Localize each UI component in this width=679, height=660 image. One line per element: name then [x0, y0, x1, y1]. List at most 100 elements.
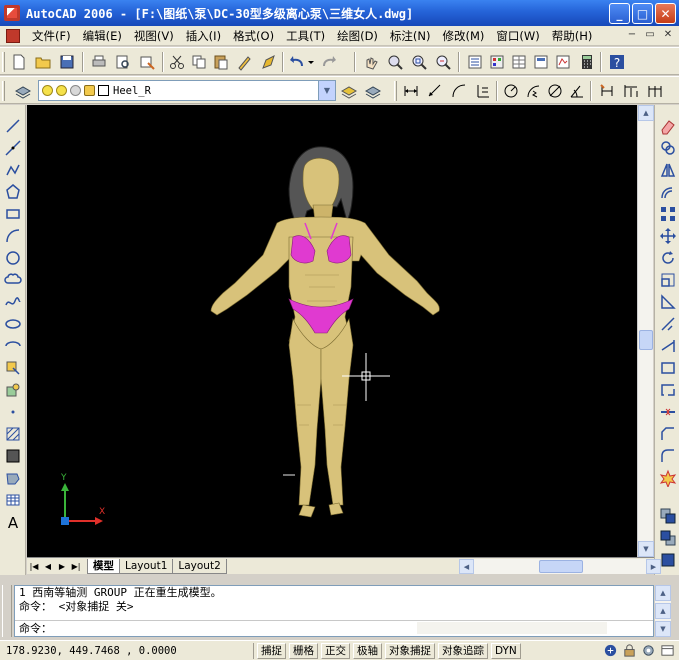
tab-layout2[interactable]: Layout2 — [172, 558, 227, 574]
construction-line-icon[interactable] — [2, 137, 24, 159]
dyn-toggle[interactable]: DYN — [491, 642, 521, 659]
break-icon[interactable] — [657, 379, 679, 401]
hscroll-thumb[interactable] — [539, 560, 583, 573]
save-icon[interactable] — [56, 51, 78, 73]
revision-cloud-icon[interactable] — [2, 269, 24, 291]
copy-object-icon[interactable] — [657, 137, 679, 159]
vertical-scrollbar[interactable]: ▲ ▼ — [637, 105, 654, 557]
quick-dimension-icon[interactable] — [596, 80, 618, 102]
lock-icon[interactable] — [622, 643, 637, 658]
menu-file[interactable]: 文件(F) — [26, 28, 77, 44]
otrack-toggle[interactable]: 对象追踪 — [438, 642, 488, 659]
erase-icon[interactable] — [657, 115, 679, 137]
scroll-down-icon[interactable]: ▼ — [638, 541, 654, 557]
command-hscrollbar[interactable] — [417, 622, 607, 634]
offset-icon[interactable] — [657, 181, 679, 203]
publish-icon[interactable] — [136, 51, 158, 73]
toolbar-grip[interactable] — [394, 81, 397, 101]
menu-draw[interactable]: 绘图(D) — [331, 28, 384, 44]
scroll-left-icon[interactable]: ◀ — [459, 559, 474, 574]
close-button[interactable]: ✕ — [655, 3, 676, 24]
tray-settings-icon[interactable] — [641, 643, 656, 658]
spline-icon[interactable] — [2, 291, 24, 313]
quickcalc-icon[interactable] — [576, 51, 598, 73]
arc-icon[interactable] — [2, 225, 24, 247]
scroll-right-icon[interactable]: ▶ — [646, 559, 661, 574]
scroll-down-icon[interactable]: ▼ — [655, 621, 671, 637]
menu-insert[interactable]: 插入(I) — [180, 28, 227, 44]
gradient-icon[interactable] — [2, 445, 24, 467]
menu-format[interactable]: 格式(O) — [227, 28, 280, 44]
scroll-thumb[interactable] — [639, 330, 653, 350]
zoom-previous-icon[interactable] — [432, 51, 454, 73]
last-tab-arrow[interactable]: ▶| — [69, 559, 83, 573]
arc-length-icon[interactable] — [448, 80, 470, 102]
scroll-up-icon[interactable]: ▲ — [638, 105, 654, 121]
scroll-up-icon[interactable]: ▲ — [655, 585, 671, 601]
jogged-dimension-icon[interactable] — [522, 80, 544, 102]
draworder-back-icon[interactable] — [657, 527, 679, 549]
circle-icon[interactable] — [2, 247, 24, 269]
scale-icon[interactable] — [657, 269, 679, 291]
join-icon[interactable] — [657, 401, 679, 423]
linear-dimension-icon[interactable] — [400, 80, 422, 102]
properties-icon[interactable] — [464, 51, 486, 73]
doc-restore-button[interactable]: ▭ — [643, 28, 657, 42]
first-tab-arrow[interactable]: |◀ — [27, 559, 41, 573]
menu-tools[interactable]: 工具(T) — [280, 28, 331, 44]
menu-window[interactable]: 窗口(W) — [490, 28, 545, 44]
open-icon[interactable] — [32, 51, 54, 73]
command-window-grip[interactable] — [2, 585, 12, 637]
tab-model[interactable]: 模型 — [87, 558, 120, 574]
aligned-dimension-icon[interactable] — [424, 80, 446, 102]
chevron-down-icon[interactable]: ▼ — [318, 81, 335, 100]
toolbar-grip[interactable] — [2, 81, 5, 101]
tool-palettes-icon[interactable] — [508, 51, 530, 73]
stretch-icon[interactable] — [657, 291, 679, 313]
layer-dropdown[interactable]: Heel_R ▼ — [38, 80, 336, 101]
hatch-icon[interactable] — [2, 423, 24, 445]
polygon-icon[interactable] — [2, 181, 24, 203]
insert-block-icon[interactable] — [2, 357, 24, 379]
pan-realtime-icon[interactable] — [360, 51, 382, 73]
coordinate-readout[interactable]: 178.9230, 449.7468 , 0.0000 — [0, 642, 254, 659]
table-icon[interactable] — [2, 489, 24, 511]
minimize-button[interactable]: _ — [609, 3, 630, 24]
doc-close-button[interactable]: ✕ — [661, 28, 675, 42]
3d-woman-model[interactable] — [210, 146, 440, 518]
rotate-icon[interactable] — [657, 247, 679, 269]
copy-icon[interactable] — [188, 51, 210, 73]
menu-help[interactable]: 帮助(H) — [546, 28, 599, 44]
menu-modify[interactable]: 修改(M) — [437, 28, 491, 44]
prev-tab-arrow[interactable]: ◀ — [41, 559, 55, 573]
zoom-realtime-icon[interactable] — [384, 51, 406, 73]
array-icon[interactable] — [657, 203, 679, 225]
extend-icon[interactable] — [657, 335, 679, 357]
design-center-icon[interactable] — [486, 51, 508, 73]
radius-dimension-icon[interactable] — [500, 80, 522, 102]
doc-minimize-button[interactable]: − — [625, 28, 639, 42]
move-icon[interactable] — [657, 225, 679, 247]
clean-screen-icon[interactable] — [660, 643, 675, 658]
ortho-toggle[interactable]: 正交 — [321, 642, 350, 659]
menu-dimension[interactable]: 标注(N) — [384, 28, 437, 44]
scroll-mid-icon[interactable]: ▲ — [655, 603, 671, 619]
grid-toggle[interactable]: 栅格 — [289, 642, 318, 659]
block-editor-icon[interactable] — [258, 51, 280, 73]
ellipse-arc-icon[interactable] — [2, 335, 24, 357]
make-block-icon[interactable] — [2, 379, 24, 401]
plot-preview-icon[interactable] — [112, 51, 134, 73]
comm-center-icon[interactable] — [603, 643, 618, 658]
layer-color-icon[interactable] — [98, 85, 109, 96]
region-icon[interactable] — [2, 467, 24, 489]
cut-icon[interactable] — [166, 51, 188, 73]
drawing-canvas[interactable]: Y X — [27, 105, 637, 557]
point-icon[interactable] — [2, 401, 24, 423]
trim-icon[interactable] — [657, 313, 679, 335]
tab-layout1[interactable]: Layout1 — [119, 558, 174, 574]
plot-icon[interactable] — [88, 51, 110, 73]
fillet-icon[interactable] — [657, 445, 679, 467]
command-window[interactable]: 1 西南等轴测 GROUP 正在重生成模型。 命令： <对象捕捉 关> 命令： — [14, 585, 654, 637]
undo-dropdown-icon[interactable] — [306, 51, 316, 73]
zoom-window-icon[interactable] — [408, 51, 430, 73]
